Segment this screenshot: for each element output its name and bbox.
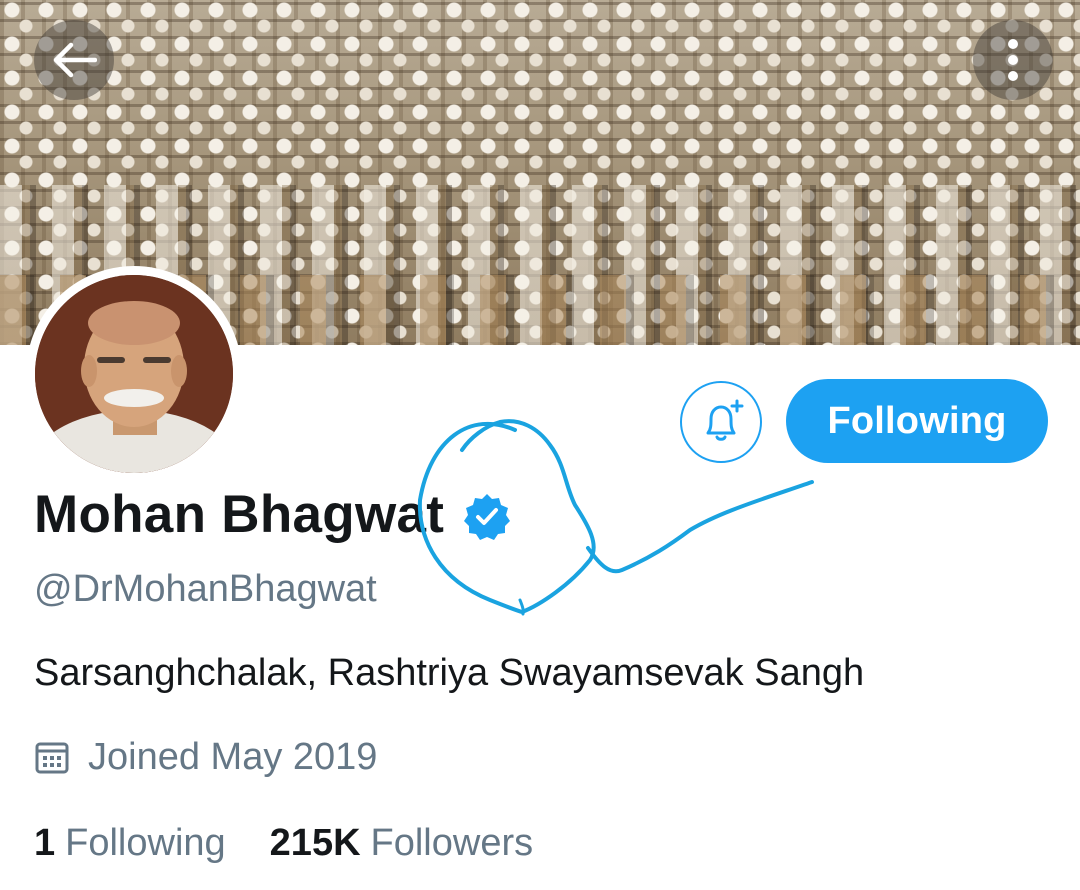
following-label: Following	[65, 822, 226, 864]
following-button[interactable]: Following	[786, 379, 1048, 463]
followers-count-link[interactable]: 215K Followers	[270, 822, 533, 865]
more-options-button[interactable]	[973, 20, 1053, 100]
profile-stats: 1 Following 215K Followers	[34, 822, 533, 865]
joined-date-row: Joined May 2019	[34, 736, 377, 779]
profile-handle: @DrMohanBhagwat	[34, 568, 377, 610]
verified-badge-icon	[464, 493, 511, 540]
bell-plus-icon	[706, 399, 744, 441]
notifications-button[interactable]	[680, 381, 762, 463]
profile-page: Following Mohan Bhagwat @DrMohanBhagwat …	[0, 0, 1080, 890]
calendar-icon	[35, 742, 69, 773]
following-count-link[interactable]: 1 Following	[34, 822, 226, 865]
joined-date-text: Joined May 2019	[88, 736, 378, 778]
followers-label: Followers	[370, 822, 534, 864]
arrow-left-icon	[53, 42, 97, 78]
more-vertical-icon	[1008, 39, 1018, 81]
back-button[interactable]	[34, 20, 114, 100]
followers-count: 215K	[269, 822, 361, 864]
profile-avatar[interactable]	[26, 266, 242, 482]
display-name: Mohan Bhagwat	[34, 485, 445, 544]
avatar-photo	[35, 275, 233, 473]
profile-name-row: Mohan Bhagwat	[34, 484, 512, 545]
following-count: 1	[34, 822, 56, 864]
profile-bio: Sarsanghchalak, Rashtriya Swayamsevak Sa…	[34, 652, 865, 694]
